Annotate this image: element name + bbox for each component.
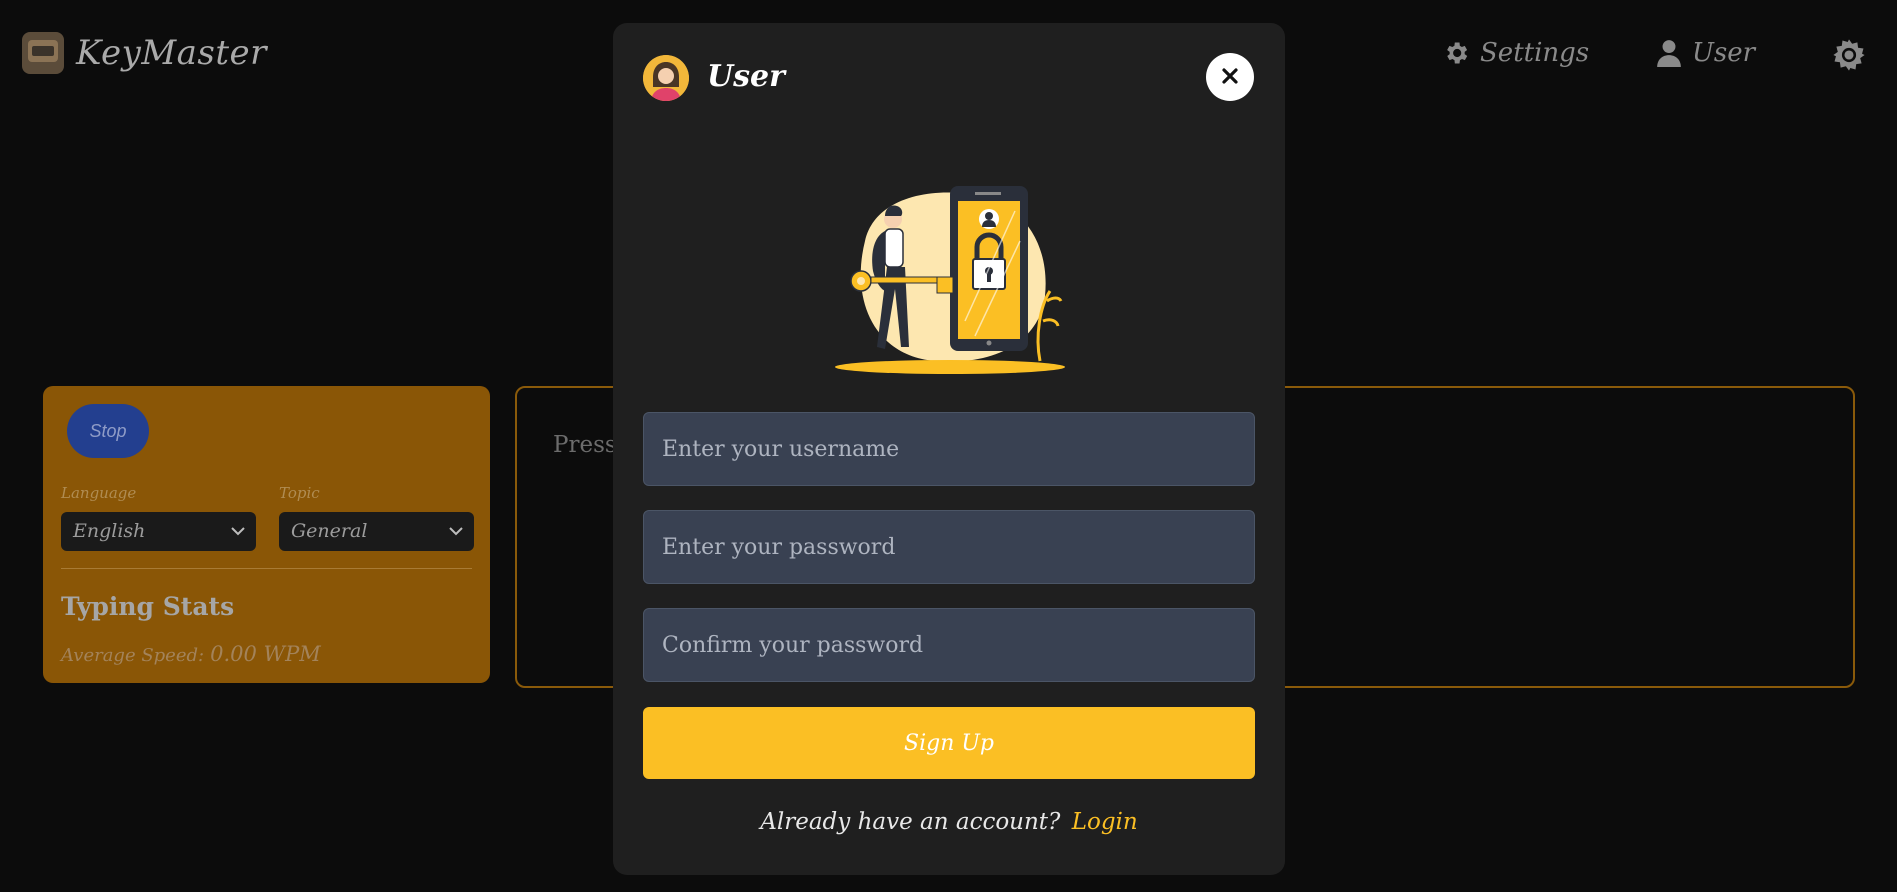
confirm-password-field[interactable] — [643, 608, 1255, 682]
language-value: English — [73, 520, 146, 542]
average-speed: Average Speed: 0.00 WPM — [61, 642, 321, 666]
close-button[interactable] — [1206, 53, 1254, 101]
modal-title: User — [707, 59, 785, 94]
theme-toggle[interactable] — [1832, 38, 1866, 72]
signup-modal: User Enter your username Sign Up Already… — [613, 23, 1285, 875]
language-label: Language — [61, 484, 137, 502]
control-panel: Stop Language English Topic General Typi… — [43, 386, 490, 683]
login-prompt-text: Already have an account? — [760, 809, 1061, 835]
stop-button[interactable]: Stop — [67, 404, 149, 458]
nav-settings-label: Settings — [1480, 38, 1590, 68]
topic-value: General — [291, 520, 368, 542]
topic-select[interactable]: General — [279, 512, 474, 551]
keyboard-logo-icon — [22, 32, 64, 74]
security-illustration — [825, 171, 1075, 385]
brand[interactable]: KeyMaster — [22, 32, 267, 74]
brand-name: KeyMaster — [76, 33, 267, 73]
password-field[interactable] — [643, 510, 1255, 584]
chevron-down-icon — [230, 522, 246, 544]
nav-user[interactable]: User — [1656, 38, 1755, 68]
divider — [61, 568, 472, 569]
user-icon — [1656, 39, 1682, 67]
sign-up-button[interactable]: Sign Up — [643, 707, 1255, 779]
gear-icon — [1442, 39, 1470, 67]
username-field[interactable] — [643, 412, 1255, 486]
average-speed-label: Average Speed: — [61, 645, 205, 666]
nav-settings[interactable]: Settings — [1442, 38, 1589, 68]
language-select[interactable]: English — [61, 512, 256, 551]
login-link[interactable]: Login — [1072, 809, 1138, 835]
theme-toggle-icon — [1832, 38, 1866, 72]
topic-label: Topic — [279, 484, 320, 502]
avatar — [643, 55, 689, 101]
close-icon — [1221, 67, 1239, 88]
stats-title: Typing Stats — [61, 592, 235, 621]
typing-hint: Press — [553, 432, 617, 458]
chevron-down-icon — [448, 522, 464, 544]
average-speed-value: 0.00 WPM — [210, 642, 321, 666]
nav-user-label: User — [1692, 38, 1756, 68]
login-prompt: Already have an account? Login — [613, 809, 1285, 835]
